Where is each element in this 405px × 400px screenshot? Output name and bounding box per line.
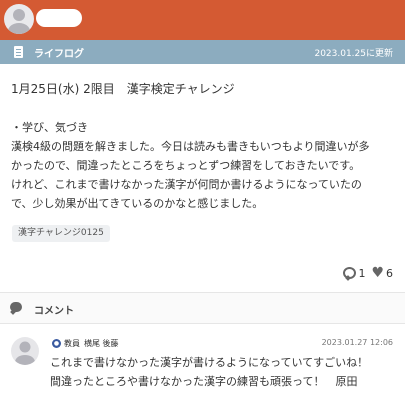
reaction-counts: 1 ♥ 6 [343, 265, 393, 281]
author-name: 横尾 後藤 [84, 339, 119, 348]
lifelog-header: ライフログ 2023.01.25に更新 [0, 40, 405, 64]
comment-text: これまで書けなかった漢字が書けるようになっていてすごいね！ 間違ったところや書け… [50, 353, 400, 391]
commenter-avatar[interactable] [11, 337, 39, 365]
post-body: ・学び、気づき 漢検4級の問題を解きました。今日は読みも書きもいつもより間違いが… [11, 118, 403, 213]
document-icon [14, 46, 23, 58]
user-silhouette-icon [8, 9, 30, 34]
like-count: 6 [386, 266, 393, 280]
top-bar [0, 0, 405, 40]
heart-icon[interactable]: ♥ [371, 266, 384, 280]
post-body-line: で、少し効果が出てきているのかなと感じました。 [11, 197, 264, 210]
user-avatar[interactable] [4, 4, 34, 34]
redacted-user-name [36, 9, 82, 27]
post-title: 1月25日(水) 2限目 漢字検定チャレンジ [11, 82, 235, 96]
author-role: 教員 [64, 339, 80, 348]
post-body-line: かったので、間違ったところをちょっとずつ練習をしておきたいです。 [11, 159, 361, 172]
section-title: ライフログ [34, 49, 84, 60]
post-heading-line: ・学び、気づき [11, 121, 88, 134]
comment-date: 2023.01.27 12:06 [321, 338, 393, 347]
comment-bubble-icon[interactable] [343, 267, 357, 279]
post-body-line: けれど、これまで書けなかった漢字が何問か書けるようになっていたの [11, 178, 362, 191]
comment-count: 1 [358, 266, 366, 280]
tag-chip[interactable]: 漢字チャレンジ0125 [12, 225, 110, 242]
teacher-badge-icon: ● [52, 339, 61, 348]
chat-bubble-icon [10, 302, 22, 312]
user-silhouette-icon [15, 341, 35, 365]
comments-label: コメント [34, 306, 74, 317]
comment-line: これまで書けなかった漢字が書けるようになっていてすごいね！ [50, 356, 369, 369]
updated-date: 2023.01.25に更新 [314, 49, 393, 59]
comments-header: コメント [0, 293, 405, 323]
comment-line: 間違ったところや書けなかった漢字の練習も頑張って！ 原田 [50, 375, 358, 388]
divider [0, 323, 405, 324]
post-body-line: 漢検4級の問題を解きました。今日は読みも書きもいつもより間違いが多 [11, 140, 370, 153]
